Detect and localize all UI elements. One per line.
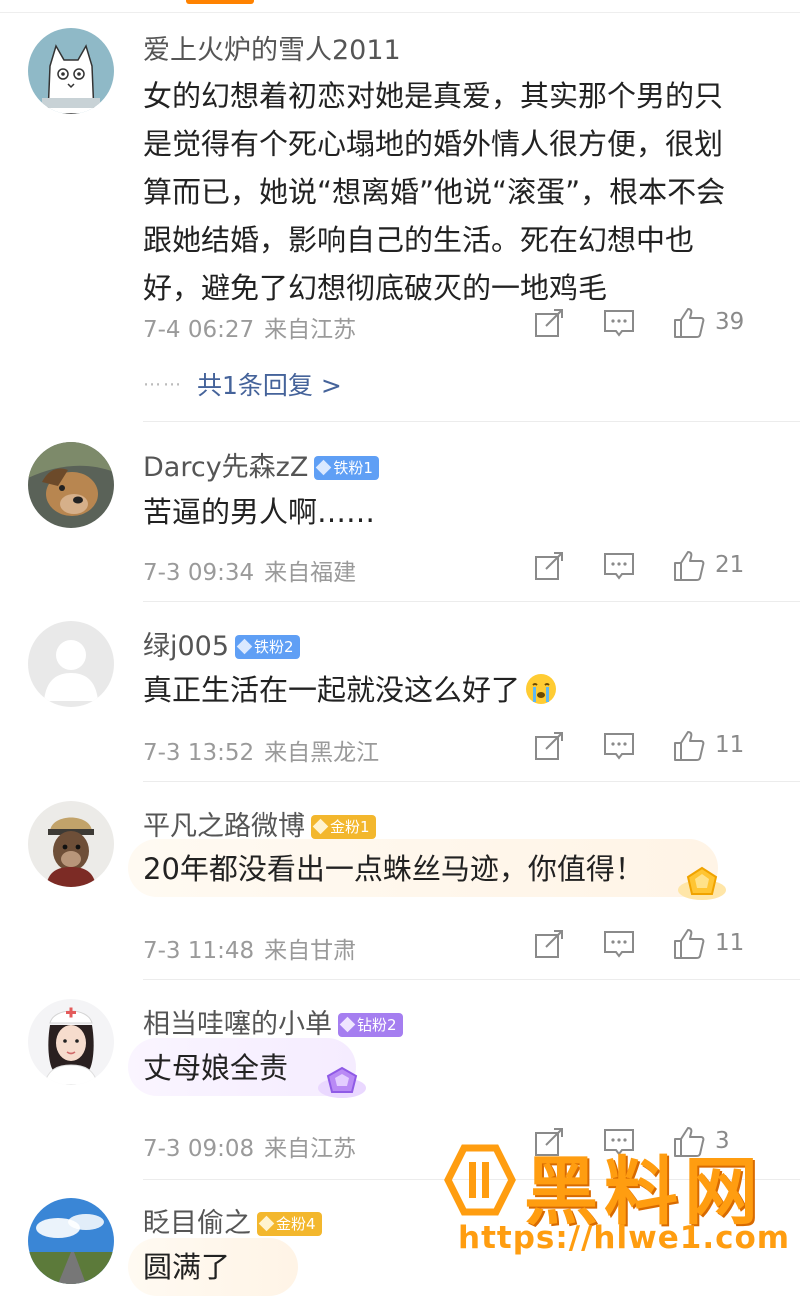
diamond-icon bbox=[236, 638, 253, 655]
like-count: 39 bbox=[715, 309, 745, 335]
comment-meta: 7-4 06:27 来自江苏 bbox=[143, 310, 356, 344]
username-text[interactable]: 眨目偷之 bbox=[143, 1208, 251, 1239]
comment-actions: 39 bbox=[532, 306, 772, 342]
badge-label: 金粉1 bbox=[330, 818, 370, 836]
username[interactable]: 相当哇噻的小单 钻粉2 bbox=[143, 1002, 403, 1041]
comment-meta: 7-3 11:48 来自甘肃 bbox=[143, 931, 356, 965]
comment-actions: 21 bbox=[532, 549, 772, 585]
share-icon[interactable] bbox=[532, 549, 566, 583]
comment-text-line: 是觉得有个死心塌地的婚外情人很方便，很划 bbox=[143, 127, 724, 161]
like-icon[interactable] bbox=[672, 306, 706, 340]
diamond-icon bbox=[316, 459, 332, 476]
badge-label: 铁粉1 bbox=[333, 459, 373, 477]
comment-text: 女的幻想着初恋对她是真爱，其实那个男的只 是觉得有个死心塌地的婚外情人很方便，很… bbox=[143, 72, 783, 312]
comment-text: 20年都没看出一点蛛丝马迹，你值得！ bbox=[143, 852, 644, 886]
comment-icon[interactable] bbox=[602, 549, 636, 583]
comment-meta: 7-3 09:08 来自江苏 bbox=[143, 1129, 356, 1163]
username-text[interactable]: 平凡之路微博 bbox=[143, 811, 305, 842]
comment-icon[interactable] bbox=[602, 927, 636, 961]
comment-time: 7-3 09:08 bbox=[143, 1136, 255, 1162]
comment-icon[interactable] bbox=[602, 306, 636, 340]
avatar[interactable] bbox=[28, 1198, 114, 1284]
badge-label: 金粉4 bbox=[276, 1215, 316, 1233]
fan-badge[interactable]: 铁粉1 bbox=[314, 456, 379, 480]
diamond-icon bbox=[312, 818, 329, 835]
like-icon[interactable] bbox=[672, 549, 706, 583]
comment-time: 7-3 11:48 bbox=[143, 938, 255, 964]
comment-meta: 7-3 09:34 来自福建 bbox=[143, 553, 356, 587]
comment-location: 来自福建 bbox=[264, 560, 357, 586]
divider bbox=[143, 601, 800, 602]
comment-text-line: 跟她结婚，影响自己的生活。死在幻想中也 bbox=[143, 223, 695, 257]
username[interactable]: 平凡之路微博 金粉1 bbox=[143, 804, 376, 843]
watermark: 黑料网 https://hlwe1.com bbox=[442, 1138, 789, 1270]
top-tab-bar bbox=[0, 0, 800, 13]
comment-icon[interactable] bbox=[602, 729, 636, 763]
comment-location: 来自黑龙江 bbox=[264, 740, 380, 766]
username[interactable]: 绿j005 铁粉2 bbox=[143, 624, 300, 663]
avatar[interactable] bbox=[28, 28, 114, 114]
comment-text-line: 算而已，她说“想离婚”他说“滚蛋”，根本不会 bbox=[143, 175, 726, 209]
badge-label: 铁粉2 bbox=[254, 638, 294, 656]
comment-text: 苦逼的男人啊…… bbox=[143, 495, 376, 529]
like-count: 21 bbox=[715, 552, 745, 578]
view-replies-link[interactable]: ⋯⋯ 共1条回复 > bbox=[143, 366, 342, 402]
active-tab-indicator bbox=[186, 0, 254, 4]
avatar[interactable] bbox=[28, 801, 114, 887]
username-text[interactable]: Darcy先森zZ bbox=[143, 452, 308, 483]
fan-badge[interactable]: 金粉1 bbox=[311, 815, 376, 839]
username[interactable]: 爱上火炉的雪人2011 bbox=[143, 28, 401, 67]
like-icon[interactable] bbox=[672, 729, 706, 763]
comment-text-line: 女的幻想着初恋对她是真爱，其实那个男的只 bbox=[143, 79, 724, 113]
username[interactable]: Darcy先森zZ 铁粉1 bbox=[143, 445, 379, 484]
username-text[interactable]: 绿j005 bbox=[143, 631, 229, 662]
avatar[interactable] bbox=[28, 442, 114, 528]
divider bbox=[143, 421, 800, 422]
comment-time: 7-3 13:52 bbox=[143, 740, 255, 766]
share-icon[interactable] bbox=[532, 729, 566, 763]
fan-badge[interactable]: 钻粉2 bbox=[338, 1013, 403, 1037]
badge-label: 钻粉2 bbox=[357, 1016, 397, 1034]
comment-location: 来自甘肃 bbox=[264, 938, 357, 964]
avatar[interactable] bbox=[28, 621, 114, 707]
comment-time: 7-4 06:27 bbox=[143, 317, 255, 343]
comment-location: 来自江苏 bbox=[264, 317, 357, 343]
comment-text: 丈母娘全责 bbox=[143, 1051, 289, 1085]
reply-dots: ⋯⋯ bbox=[143, 374, 183, 395]
comment-meta: 7-3 13:52 来自黑龙江 bbox=[143, 733, 379, 767]
share-icon[interactable] bbox=[532, 306, 566, 340]
fan-badge[interactable]: 金粉4 bbox=[257, 1212, 322, 1236]
comment-actions: 11 bbox=[532, 729, 772, 765]
diamond-icon bbox=[258, 1215, 275, 1232]
username[interactable]: 眨目偷之 金粉4 bbox=[143, 1201, 322, 1240]
fan-badge[interactable]: 铁粉2 bbox=[235, 635, 300, 659]
like-count: 11 bbox=[715, 930, 745, 956]
share-icon[interactable] bbox=[532, 927, 566, 961]
diamond-icon bbox=[339, 1016, 356, 1033]
watermark-url: https://hlwe1.com bbox=[458, 1220, 791, 1256]
comment-text-line: 好，避免了幻想彻底破灭的一地鸡毛 bbox=[143, 271, 608, 305]
username-text[interactable]: 相当哇噻的小单 bbox=[143, 1009, 332, 1040]
comment-time: 7-3 09:34 bbox=[143, 560, 255, 586]
comment-actions: 11 bbox=[532, 927, 772, 963]
comment-location: 来自江苏 bbox=[264, 1136, 357, 1162]
reply-link-label[interactable]: 共1条回复 > bbox=[197, 371, 342, 400]
comment-text-content: 真正生活在一起就没这么好了 bbox=[143, 673, 521, 707]
avatar[interactable] bbox=[28, 999, 114, 1085]
like-icon[interactable] bbox=[672, 927, 706, 961]
divider bbox=[143, 781, 800, 782]
watermark-logo-icon bbox=[444, 1144, 516, 1216]
divider bbox=[143, 979, 800, 980]
comment-text: 真正生活在一起就没这么好了 bbox=[143, 666, 783, 714]
crying-face-icon bbox=[526, 674, 557, 704]
like-count: 11 bbox=[715, 732, 745, 758]
